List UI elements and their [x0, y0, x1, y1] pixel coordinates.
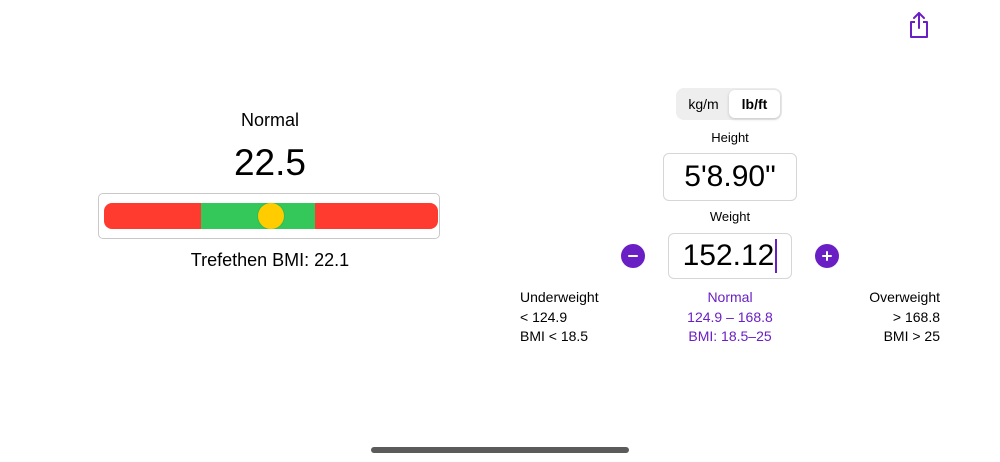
weight-value: 152.12	[682, 239, 775, 272]
home-indicator	[371, 447, 629, 453]
underweight-segment	[104, 203, 201, 229]
normal-range: Normal 124.9 – 168.8 BMI: 18.5–25	[660, 288, 800, 347]
underweight-label: Underweight	[520, 289, 599, 305]
share-icon	[910, 12, 928, 38]
trefethen-bmi-label: Trefethen BMI: 22.1	[190, 250, 350, 270]
bmi-value: 22.5	[233, 142, 306, 183]
minus-icon	[628, 255, 638, 257]
text-cursor	[775, 239, 778, 273]
weight-decrement-button[interactable]	[621, 244, 645, 268]
normal-label: Normal	[707, 289, 753, 305]
weight-increment-button[interactable]	[815, 244, 839, 268]
plus-icon	[822, 251, 832, 261]
underweight-bmi: BMI < 18.5	[520, 328, 589, 344]
overweight-bmi: BMI > 25	[883, 328, 940, 344]
weight-field[interactable]: 152.12	[668, 233, 792, 279]
underweight-weight: < 124.9	[520, 308, 568, 325]
height-caption: Height	[711, 130, 749, 145]
overweight-range: Overweight > 168.8 BMI > 25	[869, 288, 940, 347]
bmi-category-label: Normal	[240, 110, 299, 130]
unit-option-kg-m[interactable]: kg/m	[678, 90, 729, 118]
bmi-indicator	[258, 203, 284, 229]
unit-segmented-control[interactable]: kg/m lb/ft	[676, 88, 782, 120]
overweight-label: Overweight	[869, 289, 940, 305]
share-button[interactable]	[906, 10, 932, 40]
height-value: 5'8.90"	[684, 160, 776, 193]
underweight-range: Underweight < 124.9 BMI < 18.5	[520, 288, 599, 347]
normal-weight: 124.9 – 168.8	[687, 308, 773, 325]
height-field[interactable]: 5'8.90"	[663, 153, 797, 201]
unit-option-lb-ft[interactable]: lb/ft	[729, 90, 780, 118]
overweight-segment	[314, 203, 438, 229]
overweight-weight: > 168.8	[892, 308, 940, 325]
normal-bmi: BMI: 18.5–25	[688, 328, 772, 344]
weight-caption: Weight	[709, 209, 751, 224]
